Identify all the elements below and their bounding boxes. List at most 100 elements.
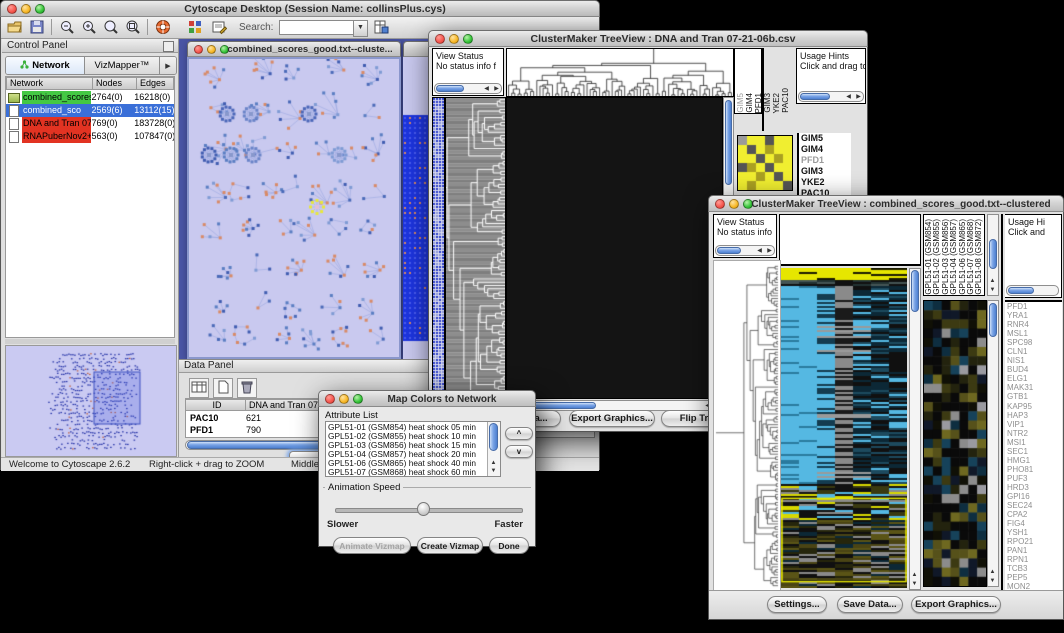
gene-label[interactable]: GTB1 xyxy=(1007,392,1062,401)
close-icon[interactable] xyxy=(715,199,725,209)
gene-label[interactable]: CPA2 xyxy=(1007,510,1062,519)
tab-network[interactable]: Network xyxy=(6,57,85,74)
gene-label[interactable]: PAN1 xyxy=(1007,546,1062,555)
tv2-settings-button[interactable]: Settings... xyxy=(767,596,827,613)
tv2-zoom-heatmap[interactable] xyxy=(923,300,987,587)
minimize-icon[interactable] xyxy=(207,45,216,54)
attribute-list-vscroll[interactable]: ▲ ▼ xyxy=(487,422,500,476)
col-network[interactable]: Network xyxy=(6,77,93,90)
close-icon[interactable] xyxy=(7,4,17,14)
tv1-hints-hscroll[interactable]: ◀ ▶ xyxy=(798,91,864,102)
scroll-thumb[interactable] xyxy=(800,93,830,100)
zoom-fit-icon[interactable] xyxy=(125,19,141,35)
gene-label[interactable]: PEP5 xyxy=(1007,573,1062,582)
scroll-thumb[interactable] xyxy=(436,85,464,92)
gene-label[interactable]: MAK31 xyxy=(1007,383,1062,392)
animate-vizmap-button[interactable]: Animate Vizmap xyxy=(333,537,411,554)
tv1-heatmap[interactable] xyxy=(506,97,723,399)
gene-label[interactable]: NIS1 xyxy=(1007,356,1062,365)
create-vizmap-button[interactable]: Create Vizmap xyxy=(417,537,483,554)
main-titlebar[interactable]: Cytoscape Desktop (Session Name: collins… xyxy=(0,0,600,17)
gene-label[interactable]: YRA1 xyxy=(1007,311,1062,320)
network-row[interactable]: combined_sco 2569(6) 13112(15) xyxy=(6,104,174,117)
row-label[interactable]: GIM4 xyxy=(801,144,851,155)
scroll-thumb[interactable] xyxy=(989,303,997,337)
scroll-up-icon[interactable]: ▲ xyxy=(988,569,997,576)
column-label[interactable]: GIM4 xyxy=(745,93,754,113)
gene-label[interactable]: HMG1 xyxy=(1007,456,1062,465)
gene-label[interactable]: BUD4 xyxy=(1007,365,1062,374)
row-label[interactable]: GIM3 xyxy=(801,166,851,177)
network-row[interactable]: combined_scores 2764(0) 16218(0) xyxy=(6,91,174,104)
scroll-thumb[interactable] xyxy=(717,247,741,254)
gene-label[interactable]: CLN1 xyxy=(1007,347,1062,356)
network-overview-canvas[interactable] xyxy=(5,345,177,457)
scroll-thumb[interactable] xyxy=(911,270,919,312)
scroll-down-icon[interactable]: ▼ xyxy=(988,578,997,585)
scroll-thumb[interactable] xyxy=(725,100,732,185)
minimize-icon[interactable] xyxy=(339,394,349,404)
scroll-right-icon[interactable]: ▶ xyxy=(492,86,501,93)
scroll-right-icon[interactable]: ▶ xyxy=(765,248,774,255)
tv1-status-hscroll[interactable]: ◀ ▶ xyxy=(434,83,502,94)
column-label[interactable]: GPL51-02 (GSM855) xyxy=(932,219,940,295)
gene-label[interactable]: SPC98 xyxy=(1007,338,1062,347)
scroll-up-icon[interactable]: ▲ xyxy=(910,572,919,579)
col-id[interactable]: ID xyxy=(186,399,246,411)
gene-label[interactable]: MSI1 xyxy=(1007,438,1062,447)
row-label[interactable]: GIM5 xyxy=(801,133,851,144)
gene-label[interactable]: MSL1 xyxy=(1007,329,1062,338)
gene-label[interactable]: HAP3 xyxy=(1007,411,1062,420)
gene-label[interactable]: RPO21 xyxy=(1007,537,1062,546)
gene-label[interactable]: GPI16 xyxy=(1007,492,1062,501)
network-row[interactable]: RNAPuberNov2+ 563(0) 107847(0) xyxy=(6,130,174,143)
zoom-out-icon[interactable] xyxy=(59,19,75,35)
zoom-in-icon[interactable] xyxy=(81,19,97,35)
column-label[interactable]: GPL51-03 (GSM856) xyxy=(941,219,949,295)
new-attribute-icon[interactable] xyxy=(213,378,233,398)
network-row[interactable]: DNA and Tran 07 769(0) 183728(0) xyxy=(6,117,174,130)
col-nodes[interactable]: Nodes xyxy=(93,77,137,90)
tv1-global-strip[interactable] xyxy=(432,97,445,399)
scroll-thumb[interactable] xyxy=(1008,287,1034,294)
speed-slider-thumb[interactable] xyxy=(417,502,430,516)
annotation-icon[interactable] xyxy=(211,19,227,35)
treeview2-titlebar[interactable]: ClusterMaker TreeView : combined_scores_… xyxy=(708,195,1064,212)
gene-label[interactable]: SEC24 xyxy=(1007,501,1062,510)
column-label[interactable]: GIM3 xyxy=(763,93,772,113)
move-down-button[interactable]: v xyxy=(505,445,533,458)
gene-label[interactable]: NTR2 xyxy=(1007,429,1062,438)
col-edges[interactable]: Edges xyxy=(137,77,174,90)
tv2-vscroll[interactable]: ▲ ▼ xyxy=(909,268,921,590)
search-dropdown-icon[interactable]: ▼ xyxy=(353,20,368,37)
close-icon[interactable] xyxy=(325,394,335,404)
gene-label[interactable]: RPN1 xyxy=(1007,555,1062,564)
tv1-column-dendrogram[interactable] xyxy=(506,48,734,97)
minimize-icon[interactable] xyxy=(21,4,31,14)
column-label[interactable]: YKE2 xyxy=(772,93,781,113)
gene-label[interactable]: SEC1 xyxy=(1007,447,1062,456)
tv2-status-hscroll[interactable]: ◀ ▶ xyxy=(715,245,775,256)
vizmap-icon[interactable] xyxy=(187,19,203,35)
column-label[interactable]: GPL51-04 (GSM857) xyxy=(949,219,957,295)
tv2-row-dendrogram[interactable] xyxy=(713,260,781,592)
tv2-save-data-button[interactable]: Save Data... xyxy=(837,596,903,613)
scroll-right-icon[interactable]: ▶ xyxy=(854,94,863,101)
gene-label[interactable]: FIG4 xyxy=(1007,519,1062,528)
column-label[interactable]: PAC10 xyxy=(781,88,790,113)
network-graph-canvas[interactable] xyxy=(187,57,401,359)
scroll-up-icon[interactable]: ▲ xyxy=(988,278,997,285)
column-label[interactable]: GPL51-06 (GSM865) xyxy=(958,219,966,295)
gene-label[interactable]: ELG1 xyxy=(1007,374,1062,383)
gene-label[interactable]: PUF3 xyxy=(1007,474,1062,483)
open-session-icon[interactable] xyxy=(7,19,23,35)
tv2-zoom-vscroll[interactable]: ▲ ▼ xyxy=(987,300,999,587)
column-label[interactable]: GIM5 xyxy=(736,93,745,113)
scroll-down-icon[interactable]: ▼ xyxy=(988,287,997,294)
gene-label[interactable]: HRD3 xyxy=(1007,483,1062,492)
scroll-up-icon[interactable]: ▲ xyxy=(489,460,498,467)
treeview1-titlebar[interactable]: ClusterMaker TreeView : DNA and Tran 07-… xyxy=(428,30,868,47)
close-icon[interactable] xyxy=(194,45,203,54)
save-session-icon[interactable] xyxy=(29,19,45,35)
gene-label[interactable]: RNR4 xyxy=(1007,320,1062,329)
